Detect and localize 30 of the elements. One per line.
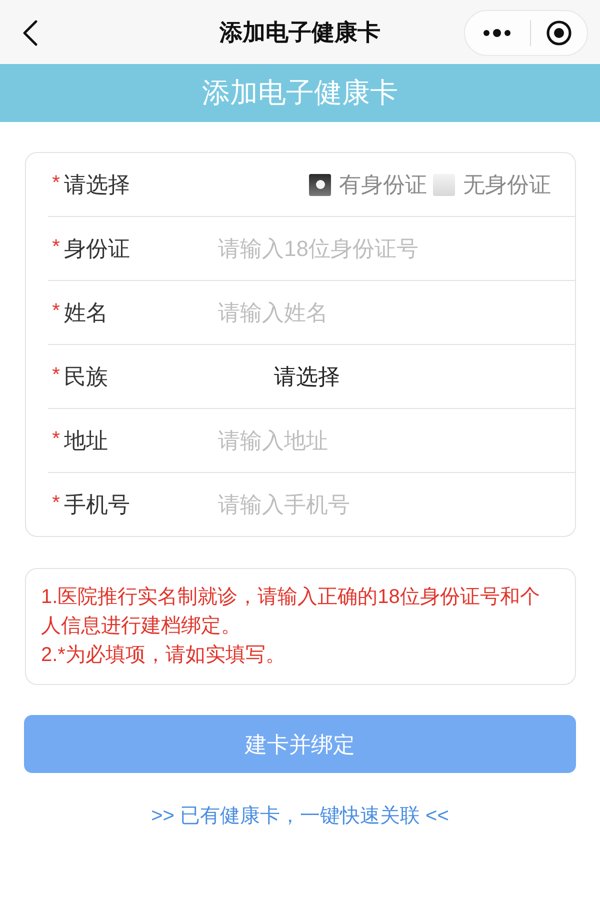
notice-text: 2.*为必填项，请如实填写。 [41, 643, 286, 668]
radio-icon[interactable] [433, 174, 455, 196]
page-title: 添加电子健康卡 [220, 18, 380, 47]
required-mark: * [51, 428, 61, 448]
back-icon[interactable] [22, 20, 38, 46]
radio-option[interactable]: 无身份证 [433, 168, 551, 201]
required-mark: * [51, 236, 61, 256]
banner-title: 添加电子健康卡 [202, 76, 398, 110]
field-label: 姓名 [64, 299, 108, 327]
field-label: 请选择 [64, 171, 130, 199]
required-mark: * [51, 300, 61, 320]
submit-button[interactable]: 建卡并绑定 [24, 715, 576, 773]
input-field[interactable]: 请输入18位身份证号 [218, 228, 559, 268]
required-mark: * [51, 364, 61, 384]
more-icon[interactable] [483, 28, 511, 38]
field-label: 民族 [64, 363, 108, 391]
field-label: 身份证 [64, 235, 130, 263]
quick-link[interactable]: >> 已有健康卡，一键快速关联 << [151, 802, 449, 830]
radio-option[interactable]: 有身份证 [309, 168, 427, 201]
field-label: 手机号 [64, 491, 130, 519]
notice-text: 1.医院推行实名制就诊，请输入正确的18位身份证号和个人信息进行建档绑定。 [41, 585, 541, 639]
required-mark: * [51, 172, 61, 192]
input-field[interactable]: 请输入地址 [218, 420, 559, 460]
field-label: 地址 [64, 427, 108, 455]
radio-icon[interactable] [309, 174, 331, 196]
target-icon[interactable] [546, 20, 572, 46]
select-field[interactable]: 请选择 [218, 356, 396, 396]
input-field[interactable]: 请输入手机号 [218, 484, 559, 524]
input-field[interactable]: 请输入姓名 [218, 292, 559, 332]
required-mark: * [51, 492, 61, 512]
